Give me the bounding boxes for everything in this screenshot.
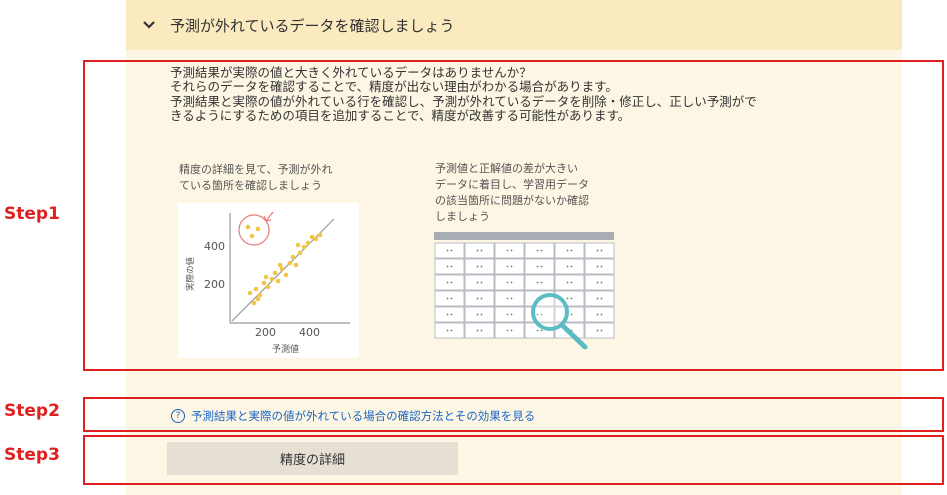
help-link[interactable]: ? 予測結果と実際の値が外れている場合の確認方法とその効果を見る xyxy=(171,408,535,424)
step2-label: Step2 xyxy=(4,401,60,421)
step1-highlight xyxy=(83,60,944,371)
help-link-text[interactable]: 予測結果と実際の値が外れている場合の確認方法とその効果を見る xyxy=(191,408,535,424)
panel-title: 予測が外れているデータを確認しましょう xyxy=(170,16,455,35)
chevron-down-icon[interactable] xyxy=(140,16,158,34)
step1-label: Step1 xyxy=(4,204,60,224)
accuracy-detail-button[interactable]: 精度の詳細 xyxy=(167,442,458,475)
question-circle-icon[interactable]: ? xyxy=(171,409,185,423)
step3-label: Step3 xyxy=(4,445,60,465)
accordion-header[interactable]: 予測が外れているデータを確認しましょう xyxy=(126,0,902,50)
